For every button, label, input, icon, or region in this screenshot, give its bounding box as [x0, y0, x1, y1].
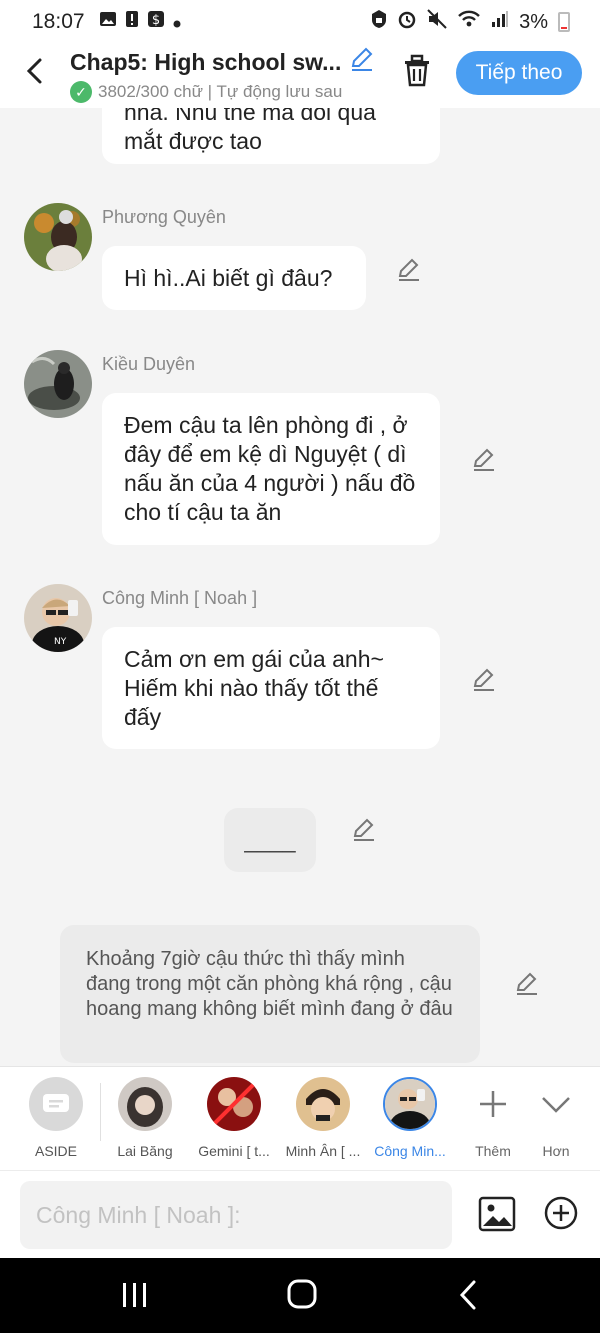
message-text: Đem cậu ta lên phòng đi , ở đây để em kệ… [124, 412, 416, 525]
next-button[interactable]: Tiếp theo [456, 51, 582, 95]
scene-break-text: ____ [244, 827, 296, 853]
pencil-icon [353, 818, 374, 841]
avatar [207, 1077, 261, 1131]
back-nav-button[interactable] [450, 1278, 490, 1312]
character-label: Công Min... [374, 1143, 446, 1159]
word-count-status: 3802/300 chữ | Tự động lưu sau [98, 82, 343, 101]
message-bubble[interactable]: Cảm ơn em gái của anh~ Hiếm khi nào thấy… [102, 627, 440, 749]
message-bubble[interactable]: Đem cậu ta lên phòng đi , ở đây để em kệ… [102, 393, 440, 545]
avatar [118, 1077, 172, 1131]
notification-icons: $ [99, 10, 181, 34]
add-button[interactable] [543, 1195, 579, 1231]
image-icon [478, 1196, 516, 1232]
expand-button[interactable]: Hơn [516, 1077, 596, 1159]
pencil-icon [398, 258, 419, 281]
message-text: Hì hì..Ai biết gì đâu? [124, 265, 333, 291]
avatar [296, 1077, 350, 1131]
chevron-left-icon [26, 58, 42, 84]
character-name: Kiều Duyên [102, 354, 196, 374]
battery-icon [558, 12, 570, 32]
mute-icon [427, 9, 447, 35]
message-text: Cảm ơn em gái của anh~ Hiếm khi nào thấy… [124, 646, 384, 730]
back-icon [459, 1280, 476, 1310]
character-label: Lai Băng [117, 1143, 173, 1159]
back-button[interactable] [22, 56, 52, 86]
alert-icon [125, 10, 139, 34]
input-bar: Công Minh [ Noah ]: [0, 1170, 600, 1258]
character-lai-bang[interactable]: Lai Băng [105, 1077, 185, 1159]
character-aside[interactable]: ASIDE [16, 1077, 96, 1159]
navigation-bar [0, 1258, 600, 1333]
character-label: Gemini [ t... [198, 1143, 270, 1159]
message-bubble[interactable]: nhà. Nhu thế mà đôi qua mắt được tao [102, 108, 440, 164]
pencil-icon [473, 668, 494, 691]
wifi-icon [457, 9, 481, 35]
plus-circle-icon [544, 1196, 578, 1230]
svg-text:$: $ [151, 13, 159, 28]
narration-bubble[interactable]: Khoảng 7giờ cậu thức thì thấy mình đang … [60, 925, 480, 1063]
trash-icon [405, 54, 429, 87]
character-gemini[interactable]: Gemini [ t... [194, 1077, 274, 1159]
message-bubble[interactable]: Hì hì..Ai biết gì đâu? [102, 246, 366, 310]
dot-icon [173, 11, 181, 34]
avatar[interactable]: NY [24, 584, 92, 652]
avatar[interactable] [24, 203, 92, 271]
divider [100, 1083, 101, 1141]
character-label: ASIDE [34, 1143, 77, 1159]
chat-area[interactable]: nhà. Nhu thế mà đôi qua mắt được tao Phư… [0, 108, 600, 1066]
editor-header: Chap5: High school sw... ✓ 3802/300 chữ … [0, 44, 600, 108]
character-label: Minh Ân [ ... [285, 1143, 361, 1159]
insert-image-button[interactable] [478, 1195, 516, 1233]
message-input[interactable]: Công Minh [ Noah ]: [20, 1181, 452, 1249]
avatar [383, 1077, 437, 1131]
avatar[interactable] [24, 350, 92, 418]
delete-button[interactable] [402, 54, 434, 90]
character-bar: ASIDE Lai Băng Gemini [ t... Minh Ân [ .… [0, 1066, 600, 1170]
recent-apps-button[interactable] [114, 1278, 154, 1312]
word-count-row: ✓ 3802/300 chữ | Tự động lưu sau [70, 81, 380, 103]
edit-message-button[interactable] [471, 447, 497, 473]
pencil-icon [516, 972, 537, 995]
character-name: Công Minh [ Noah ] [102, 588, 258, 608]
edit-message-button[interactable] [471, 667, 497, 693]
battery-percent: 3% [519, 10, 548, 33]
chapter-title: Chap5: High school sw... [70, 49, 342, 75]
alarm-icon [397, 9, 417, 35]
input-placeholder: Công Minh [ Noah ]: [36, 1201, 241, 1228]
edit-message-button[interactable] [514, 971, 540, 997]
pencil-icon [473, 448, 494, 471]
plus-icon [466, 1077, 520, 1131]
lock-icon [371, 9, 387, 35]
edit-message-button[interactable] [351, 817, 377, 843]
chapter-title-row[interactable]: Chap5: High school sw... [70, 46, 390, 79]
edit-title-icon[interactable] [349, 46, 375, 79]
svg-text:NY: NY [54, 637, 67, 647]
aside-icon [29, 1077, 83, 1131]
signal-icon [491, 10, 509, 34]
title-block: Chap5: High school sw... ✓ 3802/300 chữ … [70, 46, 390, 103]
message-text: nhà. Nhu thế mà đôi qua mắt được tao [124, 108, 376, 154]
recent-apps-icon [123, 1283, 146, 1307]
home-icon [287, 1279, 317, 1309]
saved-check-icon: ✓ [70, 81, 92, 103]
system-icons: 3% [371, 9, 570, 35]
gallery-icon [99, 10, 117, 34]
chevron-down-icon [529, 1077, 583, 1131]
narration-text: Khoảng 7giờ cậu thức thì thấy mình đang … [86, 948, 453, 1020]
dollar-icon: $ [147, 10, 165, 34]
less-label: Hơn [542, 1143, 570, 1159]
character-cong-minh[interactable]: Công Min... [370, 1077, 450, 1159]
character-minh-an[interactable]: Minh Ân [ ... [283, 1077, 363, 1159]
status-bar: 18:07 $ 3% [0, 0, 600, 44]
edit-message-button[interactable] [396, 257, 422, 283]
status-time: 18:07 [32, 10, 85, 33]
character-name: Phương Quyên [102, 207, 226, 227]
scene-break-bubble[interactable]: ____ [224, 808, 316, 872]
home-button[interactable] [282, 1278, 322, 1312]
